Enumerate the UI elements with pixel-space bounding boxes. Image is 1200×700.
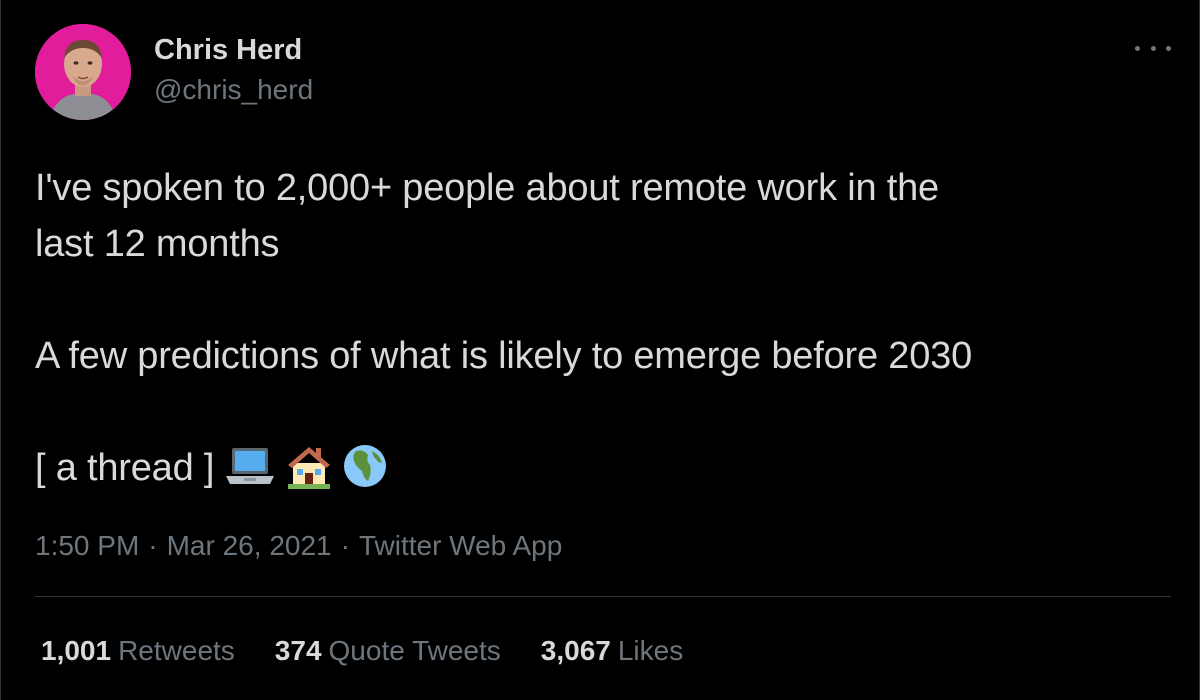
quote-tweets-stat[interactable]: 374 Quote Tweets: [275, 633, 501, 669]
globe-icon: [342, 443, 388, 489]
author-handle[interactable]: @chris_herd: [154, 73, 313, 107]
avatar[interactable]: [35, 24, 131, 120]
tweet-line: last 12 months: [35, 223, 280, 265]
thread-label: [ a thread ]: [35, 447, 215, 489]
tweet-line: A few predictions of what is likely to e…: [35, 335, 973, 377]
tweet-thread-line: [ a thread ]: [35, 440, 1185, 496]
more-dot-icon: [1150, 45, 1156, 51]
tweet-text: I've spoken to 2,000+ people about remot…: [35, 160, 1185, 496]
retweets-count: 1,001: [41, 635, 112, 666]
tweet-card: Chris Herd @chris_herd I've spoken to 2,…: [0, 0, 1200, 700]
more-dot-icon: [1135, 45, 1140, 51]
retweets-label: Retweets: [118, 635, 235, 666]
tweet-source-link[interactable]: Twitter Web App: [359, 530, 562, 561]
tweet-stats: 1,001 Retweets 374 Quote Tweets 3,067 Likes: [41, 633, 723, 669]
retweets-stat[interactable]: 1,001 Retweets: [41, 633, 235, 669]
tweet-line: I've spoken to 2,000+ people about remot…: [35, 167, 939, 209]
quote-tweets-count: 374: [274, 635, 322, 666]
tweet-date[interactable]: Mar 26, 2021: [167, 530, 332, 561]
avatar-photo: [35, 24, 131, 120]
likes-stat[interactable]: 3,067 Likes: [541, 633, 683, 669]
house-icon: [286, 443, 332, 489]
more-options-button[interactable]: [1135, 38, 1171, 58]
tweet-time[interactable]: 1:50 PM: [35, 530, 139, 561]
likes-label: Likes: [617, 635, 684, 666]
likes-count: 3,067: [540, 635, 611, 666]
author-display-name[interactable]: Chris Herd: [154, 32, 302, 68]
meta-separator: ·: [148, 530, 158, 561]
laptop-icon: [224, 446, 276, 486]
more-dot-icon: [1166, 45, 1171, 51]
tweet-meta: 1:50 PM · Mar 26, 2021 · Twitter Web App: [35, 528, 562, 564]
divider: [35, 596, 1171, 597]
quote-tweets-label: Quote Tweets: [328, 635, 501, 666]
meta-separator: ·: [340, 530, 350, 561]
